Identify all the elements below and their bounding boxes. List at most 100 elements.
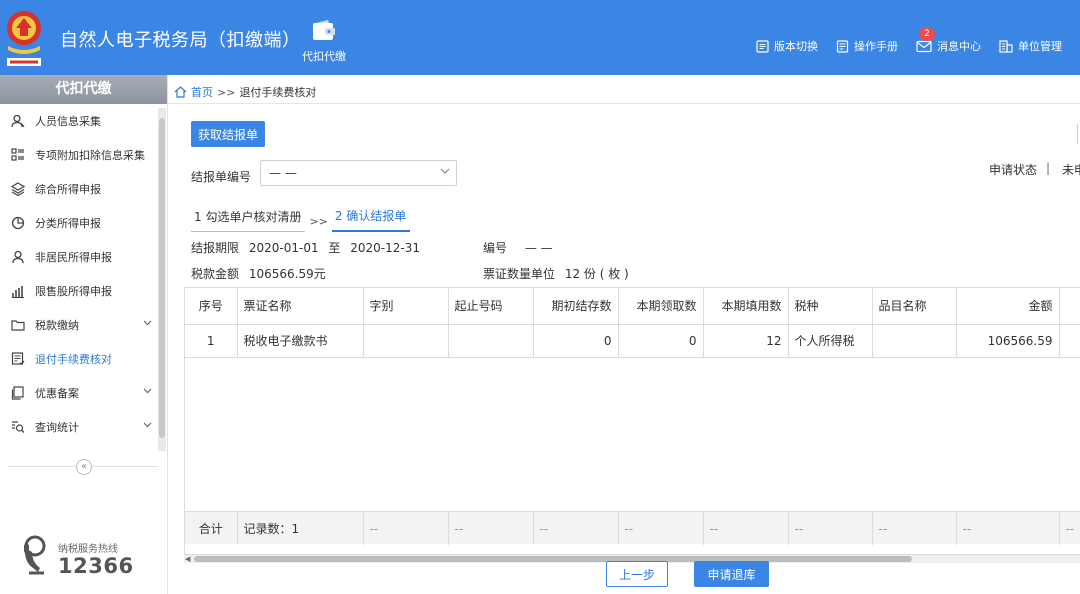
total-row-cells: 合计 记录数：1 -- -- -- -- -- -- -- -- -- — [185, 512, 1080, 545]
main-content: 首页 >> 退付手续费核对 获取结报单 结报单编号 — — 申请状态 | 未申 … — [168, 75, 1080, 594]
unit-management-label: 单位管理 — [1018, 40, 1062, 53]
cell-used: 12 — [703, 324, 789, 358]
count-value: 12 份 ( 枚 ) — [564, 267, 629, 281]
cell-extra — [1059, 324, 1080, 358]
hotline-number: 12366 — [58, 554, 134, 578]
period-label: 结报期限 — [191, 241, 240, 255]
sidebar-item-restricted-shares[interactable]: 限售股所得申报 — [0, 274, 158, 308]
scroll-left-arrow-icon[interactable]: ◀ — [185, 555, 190, 563]
breadcrumb: 首页 >> 退付手续费核对 — [174, 84, 316, 100]
apply-refund-button[interactable]: 申请退库 — [694, 561, 769, 587]
total-record-count: 记录数：1 — [237, 512, 364, 545]
folder-icon — [10, 317, 26, 333]
cell-item-name — [872, 324, 957, 358]
manual-link[interactable]: 操作手册 — [836, 38, 898, 54]
total-row-grid: 合计 记录数：1 -- -- -- -- -- -- -- -- -- — [185, 512, 1080, 545]
manual-label: 操作手册 — [854, 40, 898, 53]
period-info: 结报期限 2020-01-01 至 2020-12-31 — [191, 239, 420, 256]
previous-step-button[interactable]: 上一步 — [606, 561, 668, 587]
sidebar-item-personnel-info[interactable]: 人员信息采集 — [0, 104, 158, 138]
sidebar-item-classified-income[interactable]: 分类所得申报 — [0, 206, 158, 240]
version-switch-label: 版本切换 — [774, 40, 818, 53]
chevron-down-icon — [143, 320, 152, 326]
module-tab-withholding[interactable]: 代扣代缴 — [296, 20, 352, 64]
sidebar-scrollbar[interactable] — [158, 108, 166, 451]
sidebar-item-nonresident[interactable]: 非居民所得申报 — [0, 240, 158, 274]
col-header-opening-balance: 期初结存数 — [533, 288, 619, 325]
message-center-link[interactable]: 2 消息中心 — [916, 27, 981, 54]
cell-tax-type: 个人所得税 — [788, 324, 873, 358]
table-total-row: 合计 记录数：1 -- -- -- -- -- -- -- -- -- — [185, 511, 1080, 545]
chevron-down-icon — [440, 168, 450, 174]
hotline-block: 纳税服务热线 12366 — [12, 528, 162, 588]
sidebar-item-fee-refund-check[interactable]: 退付手续费核对 — [0, 342, 158, 376]
breadcrumb-home-link[interactable]: 首页 — [191, 84, 213, 100]
home-icon — [174, 86, 187, 98]
sidebar-menu: 人员信息采集 专项附加扣除信息采集 综合所得申报 分类所得申报 非居民所得申报 … — [0, 104, 167, 464]
user-outline-icon — [10, 249, 26, 265]
manual-icon — [836, 39, 849, 53]
apply-status-separator: | — [1046, 161, 1051, 175]
sidebar-collapse-button[interactable]: « — [76, 459, 92, 475]
total-label: 合计 — [185, 512, 238, 545]
sidebar-item-preferential-filing[interactable]: 优惠备案 — [0, 376, 158, 410]
cell-amount: 106566.59 — [956, 324, 1060, 358]
sidebar-item-label: 限售股所得申报 — [35, 285, 112, 298]
total-cell: -- — [618, 512, 704, 545]
sidebar-item-special-deduction[interactable]: 专项附加扣除信息采集 — [0, 138, 158, 172]
sidebar-item-label: 查询统计 — [35, 421, 79, 434]
unit-management-link[interactable]: 单位管理 — [999, 38, 1062, 54]
total-cell: -- — [1059, 512, 1080, 545]
cell-word — [363, 324, 449, 358]
amount-value: 106566.59元 — [248, 267, 326, 281]
cell-received: 0 — [618, 324, 704, 358]
sidebar-item-label: 税款缴纳 — [35, 319, 79, 332]
col-header-used: 本期填用数 — [703, 288, 789, 325]
step-select-checklist[interactable]: 1 勾选单户核对清册 — [191, 206, 306, 232]
top-header: 自然人电子税务局（扣缴端） 代扣代缴 版本切换 操作手册 2 消息中心 单位管理 — [0, 0, 1080, 75]
sidebar-item-query-stats[interactable]: 查询统计 — [0, 410, 158, 444]
statement-table: 序号 票证名称 字别 起止号码 期初结存数 本期领取数 本期填用数 税种 品目名… — [184, 287, 1080, 555]
statement-number-select[interactable]: — — — [260, 160, 457, 186]
step-confirm-statement[interactable]: 2 确认结报单 — [331, 205, 411, 232]
total-cell: -- — [703, 512, 789, 545]
breadcrumb-divider — [168, 103, 1080, 104]
fetch-statement-button[interactable]: 获取结报单 — [191, 121, 265, 147]
sidebar-item-label: 专项附加扣除信息采集 — [35, 149, 145, 162]
statement-number-label: 结报单编号 — [191, 170, 252, 184]
total-cell: -- — [448, 512, 534, 545]
sidebar-scrollbar-thumb[interactable] — [159, 118, 165, 438]
sidebar-item-tax-payment[interactable]: 税款缴纳 — [0, 308, 158, 342]
sidebar-item-label: 综合所得申报 — [35, 183, 101, 196]
sidebar-item-comprehensive-income[interactable]: 综合所得申报 — [0, 172, 158, 206]
sidebar: 代扣代缴 人员信息采集 专项附加扣除信息采集 综合所得申报 分类所得申报 非居民… — [0, 75, 168, 594]
total-cell: -- — [872, 512, 957, 545]
code-label: 编号 — [483, 241, 508, 255]
chevron-down-icon — [143, 388, 152, 394]
table-row[interactable]: 1 税收电子缴款书 0 0 12 个人所得税 106566.59 — [185, 324, 1080, 358]
building-icon — [999, 39, 1013, 53]
sidebar-item-label: 非居民所得申报 — [35, 251, 112, 264]
table-scrollbar-thumb[interactable] — [194, 556, 912, 562]
document-check-icon — [10, 351, 26, 367]
col-header-word: 字别 — [363, 288, 449, 325]
col-header-extra — [1059, 288, 1080, 325]
layers-icon — [10, 181, 26, 197]
copy-icon — [10, 385, 26, 401]
col-header-item-name: 品目名称 — [872, 288, 957, 325]
amount-info: 税款金额 106566.59元 — [191, 265, 326, 282]
search-list-icon — [10, 419, 26, 435]
cell-index: 1 — [185, 324, 238, 358]
total-cell: -- — [363, 512, 449, 545]
chevron-down-icon — [143, 422, 152, 428]
version-switch-icon — [756, 39, 769, 53]
total-cell: -- — [533, 512, 619, 545]
breadcrumb-current: 退付手续费核对 — [239, 86, 317, 99]
version-switch-link[interactable]: 版本切换 — [756, 38, 818, 54]
col-header-amount: 金额 — [956, 288, 1060, 325]
cell-voucher-name: 税收电子缴款书 — [237, 324, 364, 358]
sidebar-item-label: 优惠备案 — [35, 387, 79, 400]
col-header-index: 序号 — [185, 288, 238, 325]
sidebar-item-label: 人员信息采集 — [35, 115, 101, 128]
table-header-row: 序号 票证名称 字别 起止号码 期初结存数 本期领取数 本期填用数 税种 品目名… — [185, 288, 1080, 325]
